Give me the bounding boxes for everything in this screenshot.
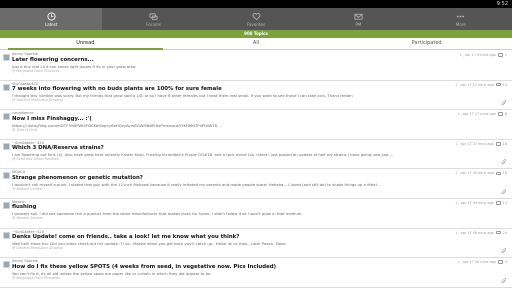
topic-row[interactable]: Jimmy Sparkle Later flowering concerns..… [0,51,512,81]
clock-icon [47,11,56,21]
topic-row[interactable]: ~Sun&Keter~420 Which 3 DNA/Reserva strai… [0,140,512,170]
topic-meta: 1 , apr 17 46 mins ago 24 [455,231,507,235]
tab-label: More [455,21,466,27]
topic-meta: 1 , apr 17 9 mins ago 1 [460,53,507,57]
topic-forum: @ Seed and Strain Reviews [12,157,59,162]
tab-label: PM [355,21,362,27]
topic-row[interactable]: StuCoastal420 7 weeks into flowering wit… [0,81,512,111]
reply-count: 1 [504,53,507,57]
tab-latest[interactable]: Latest [0,8,103,30]
avatar[interactable] [3,201,10,209]
topic-title[interactable]: Now I miss Finshaggy... :'( [12,116,498,123]
topic-meta: 1 , apr 17 37 mins ago 16 [455,142,507,146]
status-bar: 9:52 [0,0,512,8]
tab-forums[interactable]: Forums [102,8,204,30]
topic-meta: 1 , apr 17 17 mins ago 8 [457,112,507,116]
reply-count: 4 [504,260,507,265]
topic-list: Jimmy Sparkle Later flowering concerns..… [0,51,512,288]
topic-forum: @ General Marijuana Growing [12,98,63,103]
avatar[interactable] [3,261,10,269]
topic-meta: 1 , apr 17 44 mins ago 13 [455,201,507,205]
topic-time: 1 , apr 17 9 mins ago [459,53,496,57]
comment-icon [495,82,501,87]
topic-time: 1 , apr 17 12 mins ago [455,82,494,87]
topic-row[interactable]: MDXCit Strange phenomenon or genetic mut… [0,169,512,199]
comment-icon [495,201,501,205]
topic-time: 1 , apr 17 17 mins ago [457,112,496,117]
tab-favorites[interactable]: Favorites [205,8,307,30]
tab-pm[interactable]: PM [307,8,409,30]
app-root: 9:52 Latest Forums Favorites PM More 908… [0,0,512,288]
topic-time: 1 , apr 17 46 mins ago [455,230,494,235]
comment-icon [495,230,501,235]
subtab-all[interactable]: All [171,38,342,49]
topic-row[interactable]: ~Sun&Keter~420 Danks Update! come on fri… [0,229,512,259]
topic-title[interactable]: Strange phenomenon or genetic mutation? [12,175,498,182]
tab-label: Forums [146,21,161,27]
heart-icon [252,12,260,20]
reply-count: 14 [502,82,507,87]
avatar[interactable] [3,142,10,150]
comment-icon [497,112,503,116]
avatar[interactable] [3,231,10,239]
topic-title[interactable]: flushing [12,204,498,211]
topic-forum: @ General Marijuana Growing [12,246,63,251]
avatar[interactable] [3,113,10,121]
topics-count-bar: 908 Topics [0,30,512,38]
avatar[interactable] [3,83,10,91]
paperclip-icon [501,159,507,165]
topic-time: 1 , apr 17 40 mins ago [455,171,494,176]
topic-meta: 1 , apr 17 12 mins ago 14 [455,83,507,87]
topic-forum: @ Marijuana Plant Problems [12,275,60,280]
reply-count: 13 [502,200,507,205]
topic-time: 1 , apr 17 37 mins ago [455,141,494,146]
topic-title[interactable]: 7 weeks into flowering with no buds plan… [12,86,498,93]
paperclip-icon [501,100,507,106]
topic-title[interactable]: How do I fix these yellow SPOTS (4 weeks… [12,264,498,271]
tab-label: Latest [45,21,58,27]
topics-count: 908 Topics [244,31,268,36]
topic-time: 1 , apr 17 50 mins ago [457,260,496,265]
subtab-unread[interactable]: Unread [0,38,171,50]
avatar[interactable] [3,54,10,61]
comment-icon [497,53,503,57]
topic-forum: @ Marijuana Plant Problems [12,68,60,73]
comment-icon [495,142,501,146]
tab-more[interactable]: More [410,8,512,30]
topic-meta: 1 , apr 17 40 mins ago 18 [455,171,507,175]
topic-forum: @ Newbie Central [12,186,43,191]
topic-row[interactable]: canadianmr Now I miss Finshaggy... :'( h… [0,110,512,140]
topic-title[interactable]: Which 3 DNA/Reserva strains? [12,145,498,152]
topic-row[interactable]: Jimmy Sparkle How do I fix these yellow … [0,258,512,288]
paperclip-icon [501,277,507,283]
more-icon [457,15,465,17]
reply-count: 8 [504,112,507,117]
sub-tabs: Unread All Participated [0,38,512,50]
reply-count: 16 [502,141,507,146]
topic-forum: @ Toke N Chat [12,127,37,132]
tab-label: Favorites [246,21,266,27]
avatar[interactable] [3,172,10,180]
reply-count: 24 [502,230,507,235]
reply-count: 18 [502,171,507,176]
status-time: 9:52 [496,1,508,7]
topic-meta: 1 , apr 17 50 mins ago 4 [457,260,507,264]
forums-icon [149,12,158,20]
top-navigation: Latest Forums Favorites PM More [0,8,512,30]
topic-title[interactable]: Later flowering concerns... [12,57,498,64]
topic-forum: @ Newbie Central [12,216,43,221]
topic-row[interactable]: Mesach flushing I growers soil. I did se… [0,199,512,229]
paperclip-icon [501,248,507,254]
paperclip-icon [501,189,507,195]
topic-title[interactable]: Danks Update! come on friends.. take a l… [12,234,498,241]
comment-icon [497,260,503,264]
topic-time: 1 , apr 17 44 mins ago [455,200,494,205]
mail-icon [354,13,363,20]
subtab-participated[interactable]: Participated [341,38,512,49]
comment-icon [495,171,501,176]
